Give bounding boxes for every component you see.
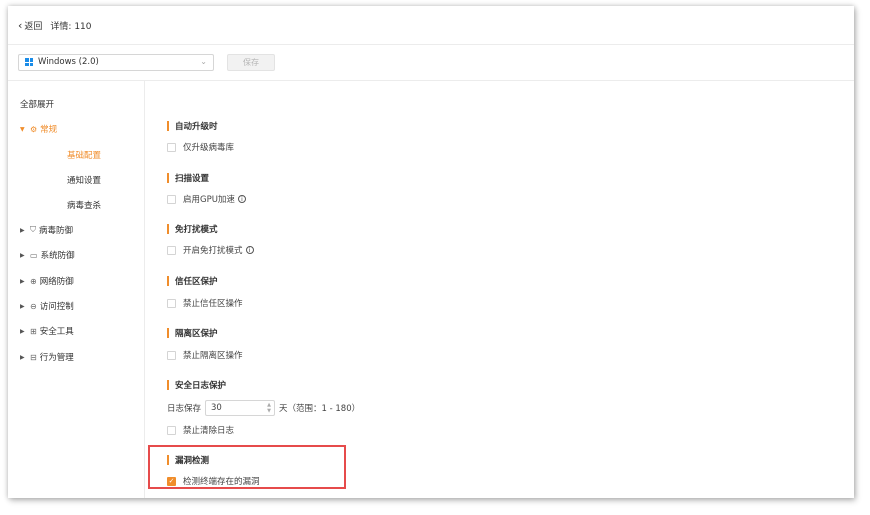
back-label: 返回: [24, 21, 43, 32]
section-title-auto-upgrade: 自动升级时: [167, 120, 218, 132]
monitor-icon: ▭: [30, 250, 38, 260]
option-dnd-mode[interactable]: 开启免打扰模式 i: [167, 244, 254, 256]
section-marker: [167, 121, 169, 131]
sidebar-group-access-control[interactable]: ▶ ⊖ 访问控制: [20, 300, 74, 313]
log-retention-row: 日志保存 30 ▲ ▼ 天（范围：1 - 180）: [167, 400, 360, 416]
sidebar: 全部展开 ▼ ⚙ 常规 基础配置 通知设置 病毒查杀 ▶ ⛉ 病毒防御 ▶ ▭ …: [8, 81, 144, 498]
sidebar-group-security-tools[interactable]: ▶ ⊞ 安全工具: [20, 325, 74, 338]
section-title-text: 安全日志保护: [175, 381, 227, 391]
detail-label: 详情: 110: [50, 21, 92, 32]
caret-right-icon: ▶: [20, 353, 25, 361]
section-title-trust-zone: 信任区保护: [167, 275, 218, 287]
info-icon[interactable]: i: [237, 195, 246, 203]
sidebar-item-notification[interactable]: 通知设置: [67, 174, 101, 186]
sidebar-group-label: 行为管理: [39, 353, 74, 363]
checkbox[interactable]: [167, 425, 176, 435]
section-title-text: 隔离区保护: [175, 329, 218, 339]
section-marker: [167, 224, 169, 234]
highlight-box: [148, 445, 346, 489]
log-days-input[interactable]: 30 ▲ ▼: [205, 400, 276, 416]
log-retention-label: 日志保存: [167, 404, 202, 414]
sidebar-group-system-defense[interactable]: ▶ ▭ 系统防御: [20, 249, 75, 262]
sidebar-group-label: 系统防御: [40, 251, 75, 261]
section-title-scan-settings: 扫描设置: [167, 172, 209, 184]
log-days-unit: 天（范围：1 - 180）: [279, 404, 361, 414]
checkbox[interactable]: [167, 142, 176, 152]
save-button[interactable]: 保存: [227, 53, 275, 71]
os-select-value: Windows (2.0): [38, 57, 99, 67]
shield-icon: ⛉: [30, 225, 36, 234]
option-upgrade-virus-db[interactable]: 仅升级病毒库: [167, 141, 234, 153]
section-marker: [167, 328, 169, 338]
section-title-log-protection: 安全日志保护: [167, 379, 226, 391]
app-window: ‹ 返回 详情: 110 Windows (2.0) ⌄ 保存 全部展开 ▼ ⚙…: [8, 6, 854, 498]
stepper-icon[interactable]: ▲ ▼: [267, 402, 271, 414]
list-icon: ⊟: [30, 352, 37, 362]
back-button[interactable]: ‹ 返回: [18, 19, 42, 32]
option-label: 启用GPU加速: [183, 195, 235, 205]
lock-icon: ⊖: [30, 301, 37, 311]
section-title-quarantine: 隔离区保护: [167, 327, 218, 339]
sidebar-group-label: 网络防御: [39, 277, 74, 287]
log-days-value: 30: [211, 403, 222, 413]
option-quarantine[interactable]: 禁止隔离区操作: [167, 349, 243, 361]
caret-right-icon: ▶: [20, 277, 25, 285]
expand-all-link[interactable]: 全部展开: [20, 98, 54, 110]
grid-icon: ⊞: [30, 326, 37, 336]
section-title-dnd-mode: 免打扰模式: [167, 223, 218, 235]
option-trust-zone[interactable]: 禁止信任区操作: [167, 297, 243, 309]
option-clear-log[interactable]: 禁止清除日志: [167, 424, 234, 436]
gear-icon: ⚙: [30, 124, 38, 134]
section-marker: [167, 276, 169, 286]
sidebar-group-network-defense[interactable]: ▶ ⊕ 网络防御: [20, 275, 74, 288]
info-icon[interactable]: i: [245, 246, 254, 254]
windows-icon: [25, 58, 33, 66]
option-label: 开启免打扰模式: [183, 246, 243, 256]
chevron-down-icon: ⌄: [200, 56, 207, 66]
caret-down-icon: ▼: [20, 125, 25, 133]
sidebar-group-label: 访问控制: [39, 302, 74, 312]
checkbox[interactable]: [167, 194, 176, 204]
section-title-text: 自动升级时: [175, 122, 218, 132]
toolbar: Windows (2.0) ⌄ 保存: [8, 44, 854, 81]
globe-icon: ⊕: [30, 276, 37, 286]
section-title-text: 信任区保护: [175, 277, 218, 287]
sidebar-group-label: 常规: [40, 125, 58, 135]
section-marker: [167, 380, 169, 390]
caret-right-icon: ▶: [20, 251, 25, 259]
header-bar: ‹ 返回 详情: 110: [8, 6, 854, 45]
chevron-left-icon: ‹: [18, 18, 23, 32]
option-label: 仅升级病毒库: [183, 143, 235, 153]
sidebar-group-general[interactable]: ▼ ⚙ 常规: [20, 123, 58, 136]
option-label: 禁止信任区操作: [183, 299, 243, 309]
section-title-text: 扫描设置: [175, 174, 210, 184]
checkbox[interactable]: [167, 350, 176, 360]
checkbox[interactable]: [167, 298, 176, 308]
sidebar-group-label: 安全工具: [39, 327, 74, 337]
option-label: 禁止隔离区操作: [183, 351, 243, 361]
sidebar-item-virus-scan[interactable]: 病毒查杀: [67, 199, 101, 211]
sidebar-item-basic-config[interactable]: 基础配置: [67, 149, 101, 161]
settings-panel: 自动升级时 仅升级病毒库 扫描设置 启用GPU加速 i 免打扰模式 开启免打扰模式…: [144, 81, 854, 498]
caret-right-icon: ▶: [20, 327, 25, 335]
checkbox[interactable]: [167, 245, 176, 255]
sidebar-group-virus-defense[interactable]: ▶ ⛉ 病毒防御: [20, 224, 73, 236]
sidebar-group-behavior-management[interactable]: ▶ ⊟ 行为管理: [20, 351, 74, 364]
caret-right-icon: ▶: [20, 226, 25, 234]
option-label: 禁止清除日志: [183, 426, 235, 436]
sidebar-group-label: 病毒防御: [39, 226, 74, 236]
section-title-text: 免打扰模式: [175, 225, 218, 235]
section-marker: [167, 173, 169, 183]
caret-right-icon: ▶: [20, 302, 25, 310]
os-select[interactable]: Windows (2.0) ⌄: [18, 53, 214, 71]
option-gpu-acceleration[interactable]: 启用GPU加速 i: [167, 193, 246, 205]
